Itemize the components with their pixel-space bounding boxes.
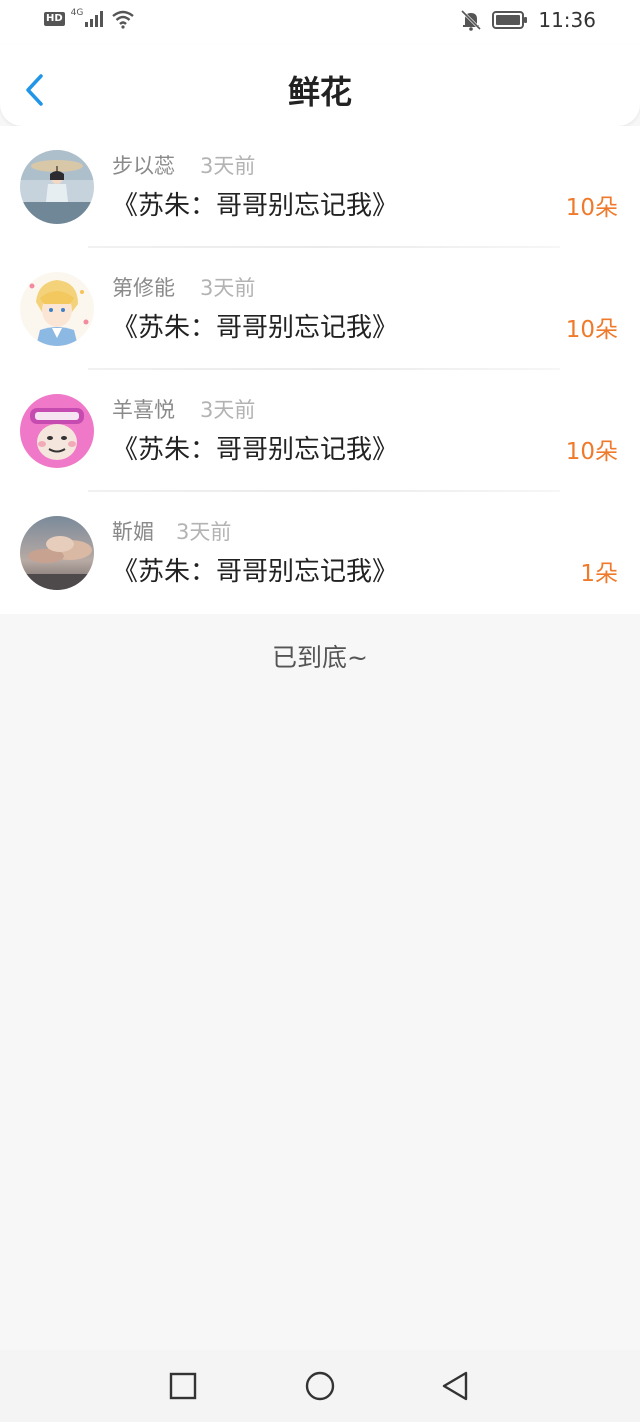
avatar[interactable] [20,272,94,346]
flower-gift-list: 步以蕊 3天前 《苏朱：哥哥别忘记我》 10朵 第修能 3天前 《苏朱：哥哥别忘… [0,126,640,614]
page-title: 鲜花 [287,73,352,111]
user-name: 靳媚 [112,520,154,544]
user-name: 第修能 [112,276,175,300]
status-left: HD 4G [44,8,135,29]
battery-icon [492,11,528,29]
book-title[interactable]: 《苏朱：哥哥别忘记我》 [112,310,398,346]
avatar[interactable] [20,150,94,224]
status-right: 11:36 [460,8,596,32]
signal-icon [85,11,104,27]
status-bar: HD 4G 11:36 [0,0,640,44]
time-ago: 3天前 [200,276,256,300]
time-ago: 3天前 [200,398,256,422]
flower-count: 1朵 [580,561,618,587]
system-nav-bar [0,1350,640,1422]
list-item[interactable]: 羊喜悦 3天前 《苏朱：哥哥别忘记我》 10朵 [0,370,640,492]
end-of-list-text: 已到底~ [272,643,368,672]
flower-count: 10朵 [565,195,618,221]
avatar[interactable] [20,516,94,590]
home-icon[interactable] [302,1368,338,1404]
flower-count: 10朵 [565,439,618,465]
flower-count: 10朵 [565,317,618,343]
avatar[interactable] [20,394,94,468]
status-time: 11:36 [538,8,596,32]
book-title[interactable]: 《苏朱：哥哥别忘记我》 [112,554,398,590]
wifi-icon [112,10,135,29]
time-ago: 3天前 [176,520,232,544]
time-ago: 3天前 [200,154,256,178]
bell-muted-icon [461,9,482,31]
header: 鲜花 [0,44,640,126]
user-name: 羊喜悦 [112,398,175,422]
user-name: 步以蕊 [112,154,175,178]
list-item[interactable]: 靳媚 3天前 《苏朱：哥哥别忘记我》 1朵 [0,492,640,614]
book-title[interactable]: 《苏朱：哥哥别忘记我》 [112,432,398,468]
network-type: 4G [70,8,84,18]
recent-apps-icon[interactable] [165,1368,201,1404]
list-item[interactable]: 第修能 3天前 《苏朱：哥哥别忘记我》 10朵 [0,248,640,370]
back-icon[interactable] [438,1368,474,1404]
hd-badge: HD [44,12,65,26]
book-title[interactable]: 《苏朱：哥哥别忘记我》 [112,188,398,224]
list-item[interactable]: 步以蕊 3天前 《苏朱：哥哥别忘记我》 10朵 [0,126,640,248]
